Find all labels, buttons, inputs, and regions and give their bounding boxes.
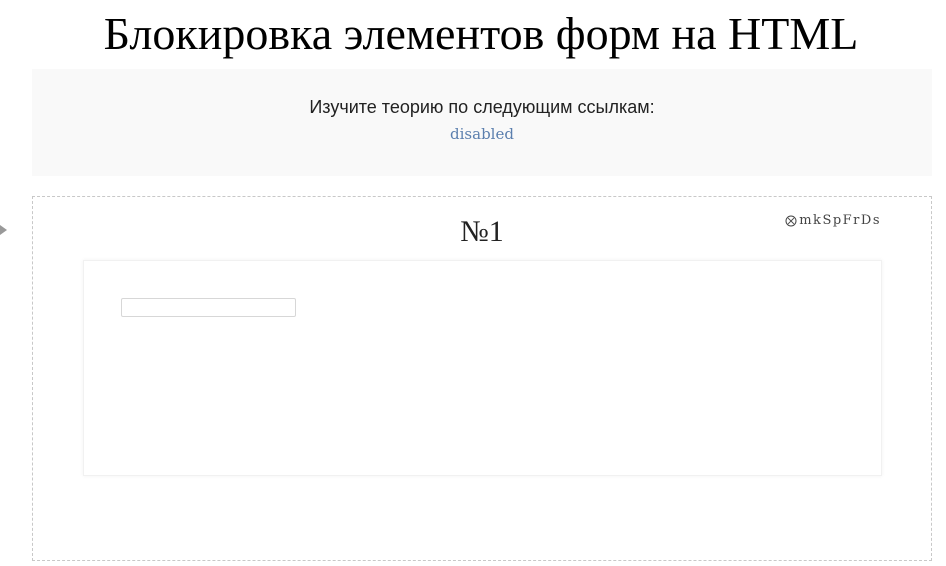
task-code-label: mkSpFrDs xyxy=(799,213,881,228)
theory-intro-text: Изучите теорию по следующим ссылкам: xyxy=(309,97,655,117)
task-code: mkSpFrDs xyxy=(785,213,881,228)
theory-box: Изучите теорию по следующим ссылкам: dis… xyxy=(32,69,932,176)
task-box: №1 mkSpFrDs xyxy=(32,196,932,561)
side-arrow-icon[interactable] xyxy=(0,225,7,235)
page-title: Блокировка элементов форм на HTML xyxy=(103,8,859,59)
circled-x-icon xyxy=(785,215,797,226)
demo-panel xyxy=(83,260,882,476)
demo-text-input[interactable] xyxy=(121,298,296,317)
theory-link-disabled[interactable]: disabled xyxy=(32,125,932,143)
